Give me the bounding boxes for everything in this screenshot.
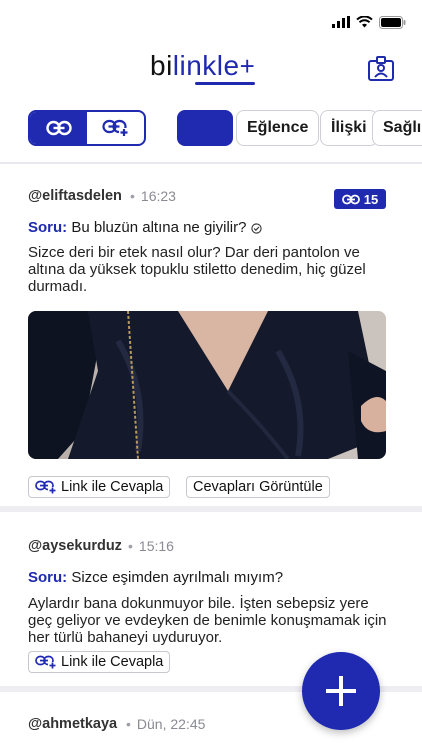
feed-mode-toggle — [28, 110, 146, 146]
toggle-links[interactable] — [30, 112, 87, 144]
view-answers-button[interactable]: Cevapları Görüntüle — [186, 476, 330, 498]
question-label: Soru: — [28, 219, 68, 236]
post-time: • Dün, 22:45 — [126, 716, 206, 732]
app-header: bilinkle+ — [0, 48, 422, 88]
status-bar — [332, 12, 406, 32]
link-count-badge[interactable]: 15 — [334, 189, 386, 209]
new-question-button[interactable] — [302, 652, 380, 730]
category-chip-saglik[interactable]: Sağlı — [372, 110, 422, 146]
add-link-icon — [101, 119, 129, 137]
post-question: Soru: Bu bluzün altına ne giyilir? — [28, 219, 262, 236]
question-label: Soru: — [28, 569, 68, 586]
post-time: • 15:16 — [128, 538, 174, 554]
signal-icon — [332, 16, 350, 28]
link-count: 15 — [363, 191, 379, 207]
post-author-handle[interactable]: @eliftasdelen — [28, 188, 122, 204]
plus-icon — [326, 676, 356, 706]
profile-card-button[interactable] — [366, 54, 396, 84]
blouse-photo — [28, 311, 386, 459]
reply-with-link-label: Link ile Cevapla — [61, 479, 164, 495]
logo-link: linkle+ — [173, 50, 256, 85]
reply-with-link-button[interactable]: Link ile Cevapla — [28, 476, 171, 498]
add-link-icon — [35, 480, 57, 494]
logo-prefix: bi — [150, 50, 173, 81]
app-logo: bilinkle+ — [150, 50, 256, 85]
post-body: Aylardır bana dokunmuyor bile. İşten seb… — [28, 595, 387, 646]
post-card: @eliftasdelen • 16:23 15 Soru: Bu bluzün … — [0, 164, 422, 504]
verified-check-icon — [250, 222, 262, 234]
post-author-handle[interactable]: @ahmetkaya — [28, 716, 117, 732]
link-icon — [45, 120, 72, 136]
reply-with-link-label: Link ile Cevapla — [61, 654, 164, 670]
category-chip-eglence[interactable]: Eğlence — [236, 110, 320, 146]
reply-with-link-button[interactable]: Link ile Cevapla — [28, 651, 171, 673]
add-link-icon — [35, 655, 57, 669]
wifi-icon — [356, 16, 373, 28]
question-text: Sizce eşimden ayrılmalı mıyım? — [71, 569, 284, 586]
category-chip-selected[interactable] — [177, 110, 233, 146]
category-chip-iliski[interactable]: İlişki — [320, 110, 378, 146]
logo-underline — [194, 82, 256, 85]
post-time: • 16:23 — [130, 188, 176, 204]
post-image[interactable] — [28, 311, 386, 459]
post-question: Soru: Sizce eşimden ayrılmalı mıyım? — [28, 569, 283, 586]
toggle-add-link[interactable] — [87, 112, 144, 144]
id-card-icon — [368, 56, 394, 81]
link-icon — [341, 194, 360, 204]
logo-plus: + — [239, 51, 256, 81]
filter-bar: Eğlence İlişki Sağlı — [0, 110, 422, 148]
battery-icon — [379, 15, 406, 29]
post-author-handle[interactable]: @aysekurduz — [28, 538, 122, 554]
question-text: Bu bluzün altına ne giyilir? — [71, 219, 247, 236]
post-body: Sizce deri bir etek nasıl olur? Dar deri… — [28, 244, 366, 295]
